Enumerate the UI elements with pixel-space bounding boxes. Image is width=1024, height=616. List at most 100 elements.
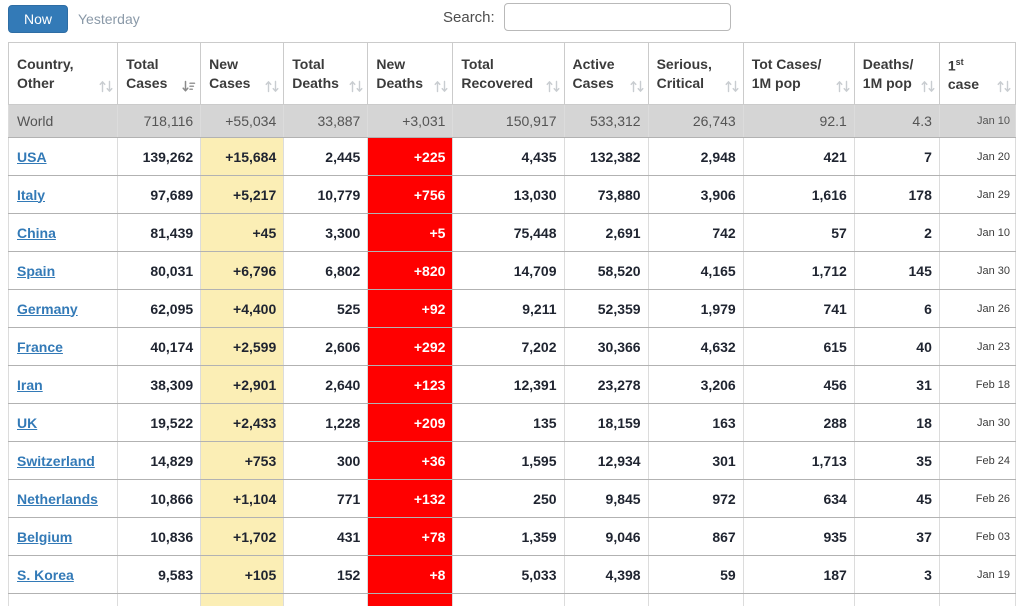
- country-link[interactable]: Switzerland: [17, 453, 95, 469]
- cell-total_cases: 10,866: [117, 479, 202, 518]
- cell-total_deaths: 2,445: [283, 137, 369, 176]
- cell-new_cases: [200, 593, 285, 606]
- cell-new_cases: +1,702: [200, 517, 285, 556]
- cell-new_deaths: +5: [367, 213, 454, 252]
- cell-total_deaths: 10,779: [283, 175, 369, 214]
- cell-total_deaths: 525: [283, 289, 369, 328]
- country-link[interactable]: China: [17, 225, 56, 241]
- covid-stats-table: Country, Other Total Cases New Cases Total Deat…: [7, 42, 1017, 606]
- cell-total_cases: 40,174: [117, 327, 202, 366]
- country-link[interactable]: France: [17, 339, 63, 355]
- column-header-first_case[interactable]: 1st case: [938, 42, 1017, 105]
- cell-total_deaths: 431: [283, 517, 369, 556]
- cell-first_case: Jan 30: [938, 251, 1017, 290]
- table-row-spain: Spain 80,031 +6,796 6,802 +820 14,709 58,520 4,…: [7, 251, 1017, 290]
- sort-both-icon: [921, 80, 935, 93]
- cell-total_cases: 80,031: [117, 251, 202, 290]
- cell-first_case: Jan 19: [938, 555, 1017, 594]
- column-header-country[interactable]: Country, Other: [7, 42, 119, 105]
- cell-new_deaths: +92: [367, 289, 454, 328]
- cell-total_cases: 81,439: [117, 213, 202, 252]
- column-header-active_cases[interactable]: Active Cases: [563, 42, 649, 105]
- cell-cases_per_1m: 741: [742, 289, 855, 328]
- column-header-cases_per_1m[interactable]: Tot Cases/1M pop: [742, 42, 855, 105]
- country-link[interactable]: S. Korea: [17, 567, 74, 583]
- search-group: Search:: [443, 3, 731, 31]
- cell-new_cases: +2,901: [200, 365, 285, 404]
- cell-new_cases: +55,034: [200, 104, 285, 138]
- cell-country: Italy: [7, 175, 119, 214]
- cell-country: UK: [7, 403, 119, 442]
- cell-cases_per_1m: 187: [742, 555, 855, 594]
- cell-cases_per_1m: [742, 593, 855, 606]
- column-header-serious_critical[interactable]: Serious, Critical: [647, 42, 744, 105]
- cell-new_cases: +2,433: [200, 403, 285, 442]
- column-header-total_deaths[interactable]: Total Deaths: [283, 42, 369, 105]
- cell-cases_per_1m: 1,712: [742, 251, 855, 290]
- sort-both-icon: [349, 80, 363, 93]
- cell-total_recovered: 75,448: [452, 213, 565, 252]
- cell-active_cases: 533,312: [563, 104, 649, 138]
- table-row-france: France 40,174 +2,599 2,606 +292 7,202 30,366 4,…: [7, 327, 1017, 366]
- search-input[interactable]: [503, 3, 731, 31]
- country-link[interactable]: Spain: [17, 263, 55, 279]
- cell-cases_per_1m: 615: [742, 327, 855, 366]
- table-row-world: World 718,116 +55,034 33,887 +3,031 150,917 53…: [7, 104, 1017, 138]
- column-label-line: Total: [461, 55, 494, 72]
- cell-serious_critical: 3,906: [647, 175, 744, 214]
- cell-total_cases: 19,522: [117, 403, 202, 442]
- cell-new_cases: +5,217: [200, 175, 285, 214]
- sort-both-icon: [836, 80, 850, 93]
- country-link[interactable]: Belgium: [17, 529, 72, 545]
- cell-first_case: Feb 24: [938, 441, 1017, 480]
- country-link[interactable]: Italy: [17, 187, 45, 203]
- cell-cases_per_1m: 288: [742, 403, 855, 442]
- cell-deaths_per_1m: 178: [853, 175, 940, 214]
- cell-new_deaths: +123: [367, 365, 454, 404]
- cell-active_cases: [563, 593, 649, 606]
- cell-deaths_per_1m: 4.3: [853, 104, 940, 138]
- table-body: World 718,116 +55,034 33,887 +3,031 150,917 53…: [7, 104, 1017, 606]
- cell-active_cases: 12,934: [563, 441, 649, 480]
- column-header-deaths_per_1m[interactable]: Deaths/1M pop: [853, 42, 940, 105]
- cell-total_deaths: 2,640: [283, 365, 369, 404]
- cell-serious_critical: 26,743: [647, 104, 744, 138]
- sort-both-icon: [434, 80, 448, 93]
- column-label-line: Active: [572, 55, 615, 72]
- cell-new_deaths: +78: [367, 517, 454, 556]
- column-header-total_cases[interactable]: Total Cases: [117, 42, 202, 105]
- column-header-new_cases[interactable]: New Cases: [200, 42, 285, 105]
- cell-new_cases: +2,599: [200, 327, 285, 366]
- country-link[interactable]: UK: [17, 415, 37, 431]
- column-label-line: Critical: [656, 74, 705, 91]
- column-header-new_deaths[interactable]: New Deaths: [367, 42, 454, 105]
- country-link[interactable]: USA: [17, 149, 47, 165]
- cell-country: Iran: [7, 365, 119, 404]
- table-row-netherlands: Netherlands 10,866 +1,104 771 +132 250 9,845 97…: [7, 479, 1017, 518]
- country-link[interactable]: Iran: [17, 377, 43, 393]
- country-link[interactable]: Netherlands: [17, 491, 98, 507]
- country-link[interactable]: Germany: [17, 301, 78, 317]
- column-label-line: New: [209, 55, 238, 72]
- cell-active_cases: 30,366: [563, 327, 649, 366]
- column-header-total_recovered[interactable]: Total Recovered: [452, 42, 565, 105]
- cell-serious_critical: 742: [647, 213, 744, 252]
- cell-serious_critical: 867: [647, 517, 744, 556]
- cell-total_recovered: [452, 593, 565, 606]
- cell-deaths_per_1m: 35: [853, 441, 940, 480]
- sort-both-icon: [725, 80, 739, 93]
- cell-first_case: Jan 20: [938, 137, 1017, 176]
- sort-both-icon: [265, 80, 279, 93]
- sort-both-icon: [546, 80, 560, 93]
- cell-total_recovered: 150,917: [452, 104, 565, 138]
- sort-both-icon: [630, 80, 644, 93]
- cell-total_cases: 97,689: [117, 175, 202, 214]
- sort-both-icon: [997, 80, 1011, 93]
- cell-new_cases: +753: [200, 441, 285, 480]
- cell-serious_critical: 2,948: [647, 137, 744, 176]
- cell-total_deaths: 300: [283, 441, 369, 480]
- now-button[interactable]: Now: [8, 5, 69, 33]
- yesterday-link[interactable]: Yesterday: [78, 11, 140, 27]
- cell-country: Belgium: [7, 517, 119, 556]
- cell-new_deaths: +8: [367, 555, 454, 594]
